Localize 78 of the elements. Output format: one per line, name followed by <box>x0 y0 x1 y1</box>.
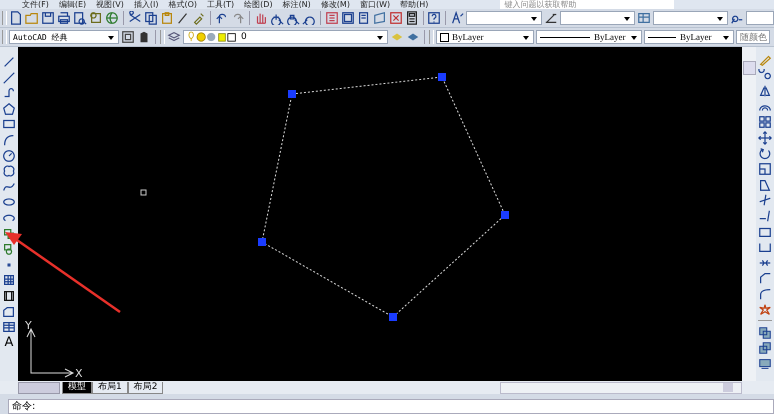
extend-icon[interactable] <box>758 208 772 223</box>
preview-icon[interactable] <box>72 11 87 25</box>
layout-tab[interactable]: 布局1 <box>92 382 128 394</box>
mirror-icon[interactable] <box>758 84 772 98</box>
fillet-icon[interactable] <box>758 286 772 301</box>
linetype-dropdown[interactable]: ByLayer <box>536 30 642 44</box>
menu-item[interactable]: 标注(N) <box>282 0 311 9</box>
multiline-text-tool[interactable]: A <box>4 336 14 350</box>
gradient-icon[interactable] <box>2 288 16 303</box>
copy-clip-icon[interactable] <box>144 11 158 25</box>
calculator-icon[interactable] <box>404 11 419 25</box>
line-icon[interactable] <box>2 55 16 69</box>
printer-icon[interactable] <box>56 11 71 25</box>
scale-icon[interactable] <box>758 162 772 176</box>
workspace-settings-icon[interactable] <box>121 30 135 44</box>
vertical-scrollbar[interactable] <box>742 47 756 381</box>
array-icon[interactable] <box>758 115 772 130</box>
stretch-icon[interactable] <box>758 178 772 192</box>
layer-state-icons-drawing <box>187 31 237 43</box>
region-icon[interactable] <box>2 304 16 318</box>
save-icon[interactable] <box>40 11 55 25</box>
ucs-axes-drawing <box>26 328 74 378</box>
table-style-icon[interactable] <box>636 11 651 25</box>
diagonal-line-icon[interactable] <box>2 70 16 85</box>
properties-icon[interactable] <box>324 11 339 25</box>
design-center-icon[interactable] <box>340 11 355 25</box>
menu-item[interactable]: 编辑(E) <box>58 0 86 9</box>
menu-item[interactable]: 工具(T) <box>207 0 234 9</box>
bring-front-icon[interactable] <box>758 326 772 340</box>
cloud-icon[interactable] <box>2 164 16 178</box>
multileader-style-dropdown[interactable] <box>746 11 774 25</box>
layout-tab[interactable]: 模型 <box>62 382 92 394</box>
draw-order-icon[interactable] <box>758 356 772 371</box>
menu-item[interactable]: 视图(V) <box>96 0 124 9</box>
sheet-set-icon[interactable] <box>372 11 387 25</box>
help-search-field[interactable]: 键入问题以获取帮助 <box>500 0 674 9</box>
layer-dropdown[interactable]: 0 <box>183 30 388 44</box>
layout-tab[interactable]: 布局2 <box>128 382 164 394</box>
rotate-icon[interactable] <box>758 146 772 161</box>
trim-icon[interactable] <box>758 193 772 208</box>
y-axis-label: Y <box>25 319 32 332</box>
undo-icon[interactable] <box>214 11 229 25</box>
menu-item[interactable]: 绘图(D) <box>244 0 273 9</box>
menu-item[interactable]: 格式(O) <box>168 0 198 9</box>
color-dropdown[interactable]: ByLayer <box>436 30 534 44</box>
send-back-icon[interactable] <box>758 341 772 356</box>
text-style-icon[interactable] <box>450 11 464 25</box>
table-icon[interactable] <box>2 320 16 334</box>
new-file-icon[interactable] <box>8 11 23 25</box>
globe-icon[interactable] <box>104 11 119 25</box>
pentagon-icon[interactable] <box>2 102 16 116</box>
hatch-icon[interactable] <box>2 273 16 288</box>
block-insert-icon[interactable] <box>2 226 16 241</box>
help-icon[interactable] <box>427 11 442 25</box>
chamfer-icon[interactable] <box>758 271 772 286</box>
menu-item[interactable]: 修改(M) <box>320 0 350 9</box>
dimension-style-icon[interactable] <box>544 11 558 25</box>
plot-style-dropdown[interactable]: 随颜色 <box>736 30 770 44</box>
arc-icon[interactable] <box>2 132 16 147</box>
menu-item[interactable]: 窗口(W) <box>360 0 390 9</box>
explode-icon[interactable] <box>758 302 772 316</box>
menu-item[interactable]: 帮助(H) <box>400 0 428 9</box>
tool-palette-icon[interactable] <box>356 11 371 25</box>
publish-icon[interactable] <box>88 11 103 25</box>
move-icon[interactable] <box>758 130 772 145</box>
markup-icon[interactable] <box>388 11 403 25</box>
menu-item[interactable]: 文件(F) <box>22 0 49 9</box>
menu-item[interactable]: 插入(I) <box>134 0 158 9</box>
horizontal-scrollbar[interactable] <box>500 382 742 394</box>
workspace-dropdown[interactable]: AutoCAD 经典 <box>9 30 119 44</box>
lineweight-dropdown[interactable]: ByLayer <box>644 30 734 44</box>
x-axis-label: X <box>75 367 83 380</box>
layers-icon[interactable] <box>167 30 181 44</box>
block-editor-icon[interactable] <box>192 11 206 25</box>
cursor-pickbox <box>140 190 146 196</box>
brush-icon[interactable] <box>176 11 190 25</box>
command-prompt: 命令: <box>12 401 36 412</box>
scissors-icon[interactable] <box>128 11 142 25</box>
